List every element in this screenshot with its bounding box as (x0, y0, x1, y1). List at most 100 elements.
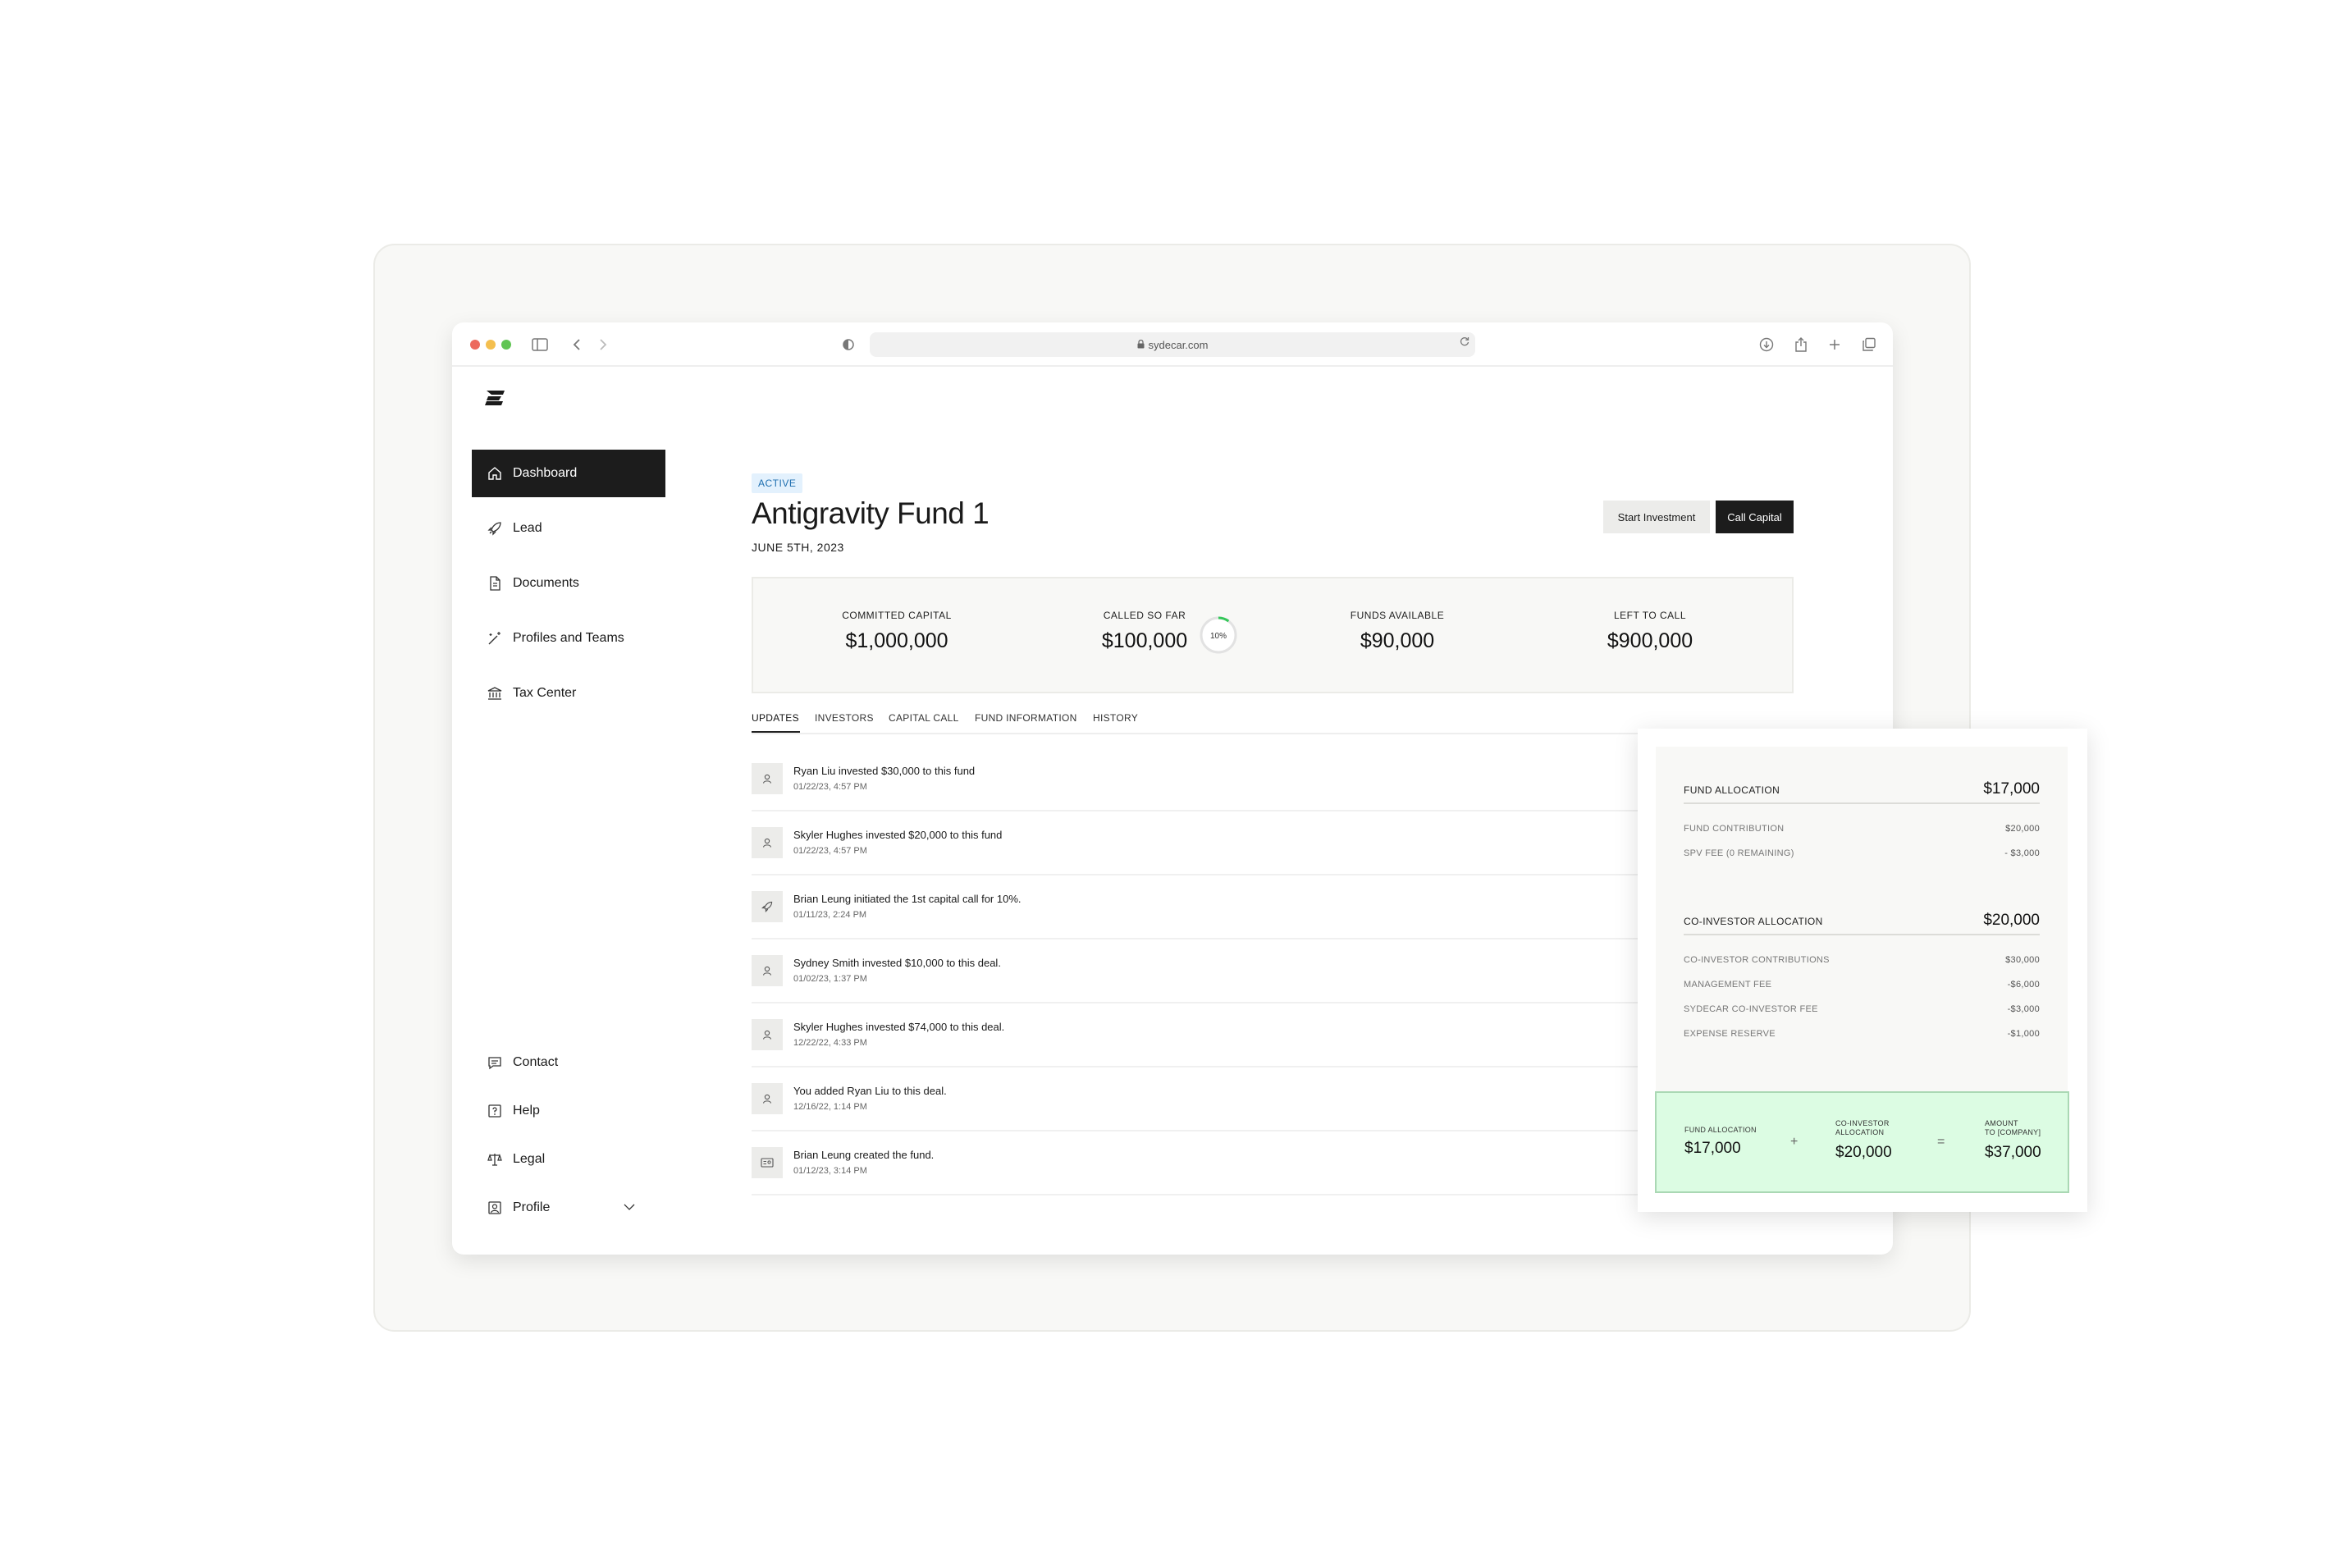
update-time: 12/22/22, 4:33 PM (793, 1038, 867, 1048)
stat-label: COMMITTED CAPITAL (842, 610, 952, 621)
user-icon (752, 955, 783, 986)
allocation-row: EXPENSE RESERVE -$1,000 (1684, 1029, 2040, 1039)
row-value: -$6,000 (2007, 980, 2040, 990)
download-icon[interactable] (1754, 332, 1779, 357)
back-arrow-icon[interactable] (564, 332, 589, 357)
sidebar-item-legal[interactable]: Legal (472, 1136, 665, 1183)
user-icon (752, 1083, 783, 1114)
row-label: FUND CONTRIBUTION (1684, 824, 1785, 834)
tab-overview-icon[interactable] (1857, 332, 1881, 357)
stat-value: $1,000,000 (845, 629, 948, 652)
sidebar-item-label: Profile (513, 1200, 551, 1214)
reload-icon[interactable] (1459, 336, 1470, 350)
user-icon (752, 1019, 783, 1050)
fund-allocation-value: $17,000 (1983, 780, 2040, 798)
close-window-button[interactable] (470, 340, 480, 350)
sidebar-item-documents[interactable]: Documents (472, 560, 665, 607)
status-badge: ACTIVE (752, 473, 803, 493)
summary-amount-label: AMOUNT TO [COMPANY] (1985, 1119, 2041, 1137)
tab-fund-information[interactable]: FUND INFORMATION (975, 712, 1077, 724)
scale-icon (487, 1154, 502, 1166)
user-icon (752, 763, 783, 794)
sidebar-item-label: Documents (513, 576, 579, 590)
tab-capital-call[interactable]: CAPITAL CALL (889, 712, 959, 724)
rocket-icon (752, 891, 783, 922)
fund-allocation-label: FUND ALLOCATION (1684, 784, 1780, 796)
update-text: Ryan Liu invested $30,000 to this fund (793, 765, 976, 777)
row-label: SYDECAR CO-INVESTOR FEE (1684, 1004, 1818, 1014)
allocation-row: CO-INVESTOR CONTRIBUTIONS $30,000 (1684, 955, 2040, 965)
sidebar-item-help[interactable]: Help (472, 1087, 665, 1135)
share-icon[interactable] (1789, 332, 1813, 357)
forward-arrow-icon[interactable] (591, 332, 615, 357)
url-text: sydecar.com (1148, 338, 1209, 351)
fund-allocation-header: FUND ALLOCATION $17,000 (1684, 778, 2040, 804)
row-label: EXPENSE RESERVE (1684, 1029, 1776, 1039)
chevron-down-icon (624, 1204, 635, 1210)
sidebar-item-profile[interactable]: Profile (472, 1184, 665, 1232)
privacy-shield-icon[interactable] (836, 332, 861, 357)
browser-toolbar: sydecar.com (452, 322, 1893, 367)
stat-committed-capital: COMMITTED CAPITAL $1,000,000 (798, 610, 995, 653)
stat-left-to-call: LEFT TO CALL $900,000 (1552, 610, 1748, 653)
profile-icon (488, 1201, 501, 1214)
sydecar-logo[interactable] (485, 389, 506, 411)
row-value: $20,000 (2005, 824, 2040, 834)
summary-amount-value: $37,000 (1985, 1144, 2041, 1161)
update-time: 01/22/23, 4:57 PM (793, 846, 867, 856)
bank-icon (487, 687, 502, 700)
active-tab-indicator (752, 731, 800, 733)
start-investment-button[interactable]: Start Investment (1603, 501, 1710, 533)
rocket-icon (487, 522, 501, 536)
update-text: Brian Leung initiated the 1st capital ca… (793, 893, 1022, 905)
address-bar[interactable]: sydecar.com (870, 332, 1475, 357)
row-value: - $3,000 (2004, 848, 2040, 858)
sidebar-item-label: Help (513, 1104, 540, 1118)
sidebar-item-lead[interactable]: Lead (472, 505, 665, 552)
update-text: Skyler Hughes invested $74,000 to this d… (793, 1021, 1005, 1033)
sidebar-item-contact[interactable]: Contact (472, 1039, 665, 1086)
allocation-summary: FUND ALLOCATION $17,000 + CO-INVESTOR AL… (1655, 1091, 2069, 1193)
row-value: $30,000 (2005, 955, 2040, 965)
update-time: 01/11/23, 2:24 PM (793, 910, 867, 920)
row-value: -$1,000 (2007, 1029, 2040, 1039)
lock-icon (1137, 339, 1145, 351)
fund-stats-panel: COMMITTED CAPITAL $1,000,000 CALLED SO F… (752, 577, 1794, 693)
label-line: AMOUNT (1985, 1119, 2018, 1127)
co-investor-allocation-value: $20,000 (1983, 912, 2040, 929)
maximize-window-button[interactable] (501, 340, 511, 350)
called-progress-ring: 10% (1200, 616, 1237, 654)
sidebar-item-dashboard[interactable]: Dashboard (472, 450, 665, 497)
co-investor-allocation-header: CO-INVESTOR ALLOCATION $20,000 (1684, 909, 2040, 935)
summary-fund-value: $17,000 (1684, 1140, 1741, 1157)
stat-value: $90,000 (1360, 629, 1435, 652)
magic-wand-icon (488, 632, 500, 645)
stat-label: FUNDS AVAILABLE (1350, 610, 1445, 621)
update-text: You added Ryan Liu to this deal. (793, 1085, 947, 1097)
allocation-panel: FUND ALLOCATION $17,000 FUND CONTRIBUTIO… (1638, 729, 2087, 1212)
summary-fund-label: FUND ALLOCATION (1684, 1126, 1757, 1134)
document-icon (490, 576, 500, 591)
update-time: 01/12/23, 3:14 PM (793, 1166, 867, 1176)
new-tab-icon[interactable] (1822, 332, 1847, 357)
update-text: Brian Leung created the fund. (793, 1149, 935, 1161)
progress-label: 10% (1210, 632, 1227, 641)
chat-icon (488, 1057, 501, 1070)
allocation-row: SYDECAR CO-INVESTOR FEE -$3,000 (1684, 1004, 2040, 1014)
row-label: CO-INVESTOR CONTRIBUTIONS (1684, 955, 1830, 965)
row-label: MANAGEMENT FEE (1684, 980, 1772, 990)
sidebar-item-profiles-and-teams[interactable]: Profiles and Teams (472, 615, 665, 662)
plus-operator: + (1790, 1135, 1799, 1149)
sidebar-toggle-icon[interactable] (528, 332, 552, 357)
tab-history[interactable]: HISTORY (1093, 712, 1138, 724)
sidebar-item-label: Contact (513, 1055, 559, 1069)
minimize-window-button[interactable] (486, 340, 496, 350)
call-capital-button[interactable]: Call Capital (1716, 501, 1794, 533)
tab-updates[interactable]: UPDATES (752, 712, 799, 724)
stat-funds-available: FUNDS AVAILABLE $90,000 (1299, 610, 1496, 653)
sidebar-item-tax-center[interactable]: Tax Center (472, 670, 665, 717)
row-value: -$3,000 (2007, 1004, 2040, 1014)
tab-investors[interactable]: INVESTORS (815, 712, 874, 724)
stat-value: $900,000 (1607, 629, 1693, 652)
home-icon (488, 467, 501, 480)
